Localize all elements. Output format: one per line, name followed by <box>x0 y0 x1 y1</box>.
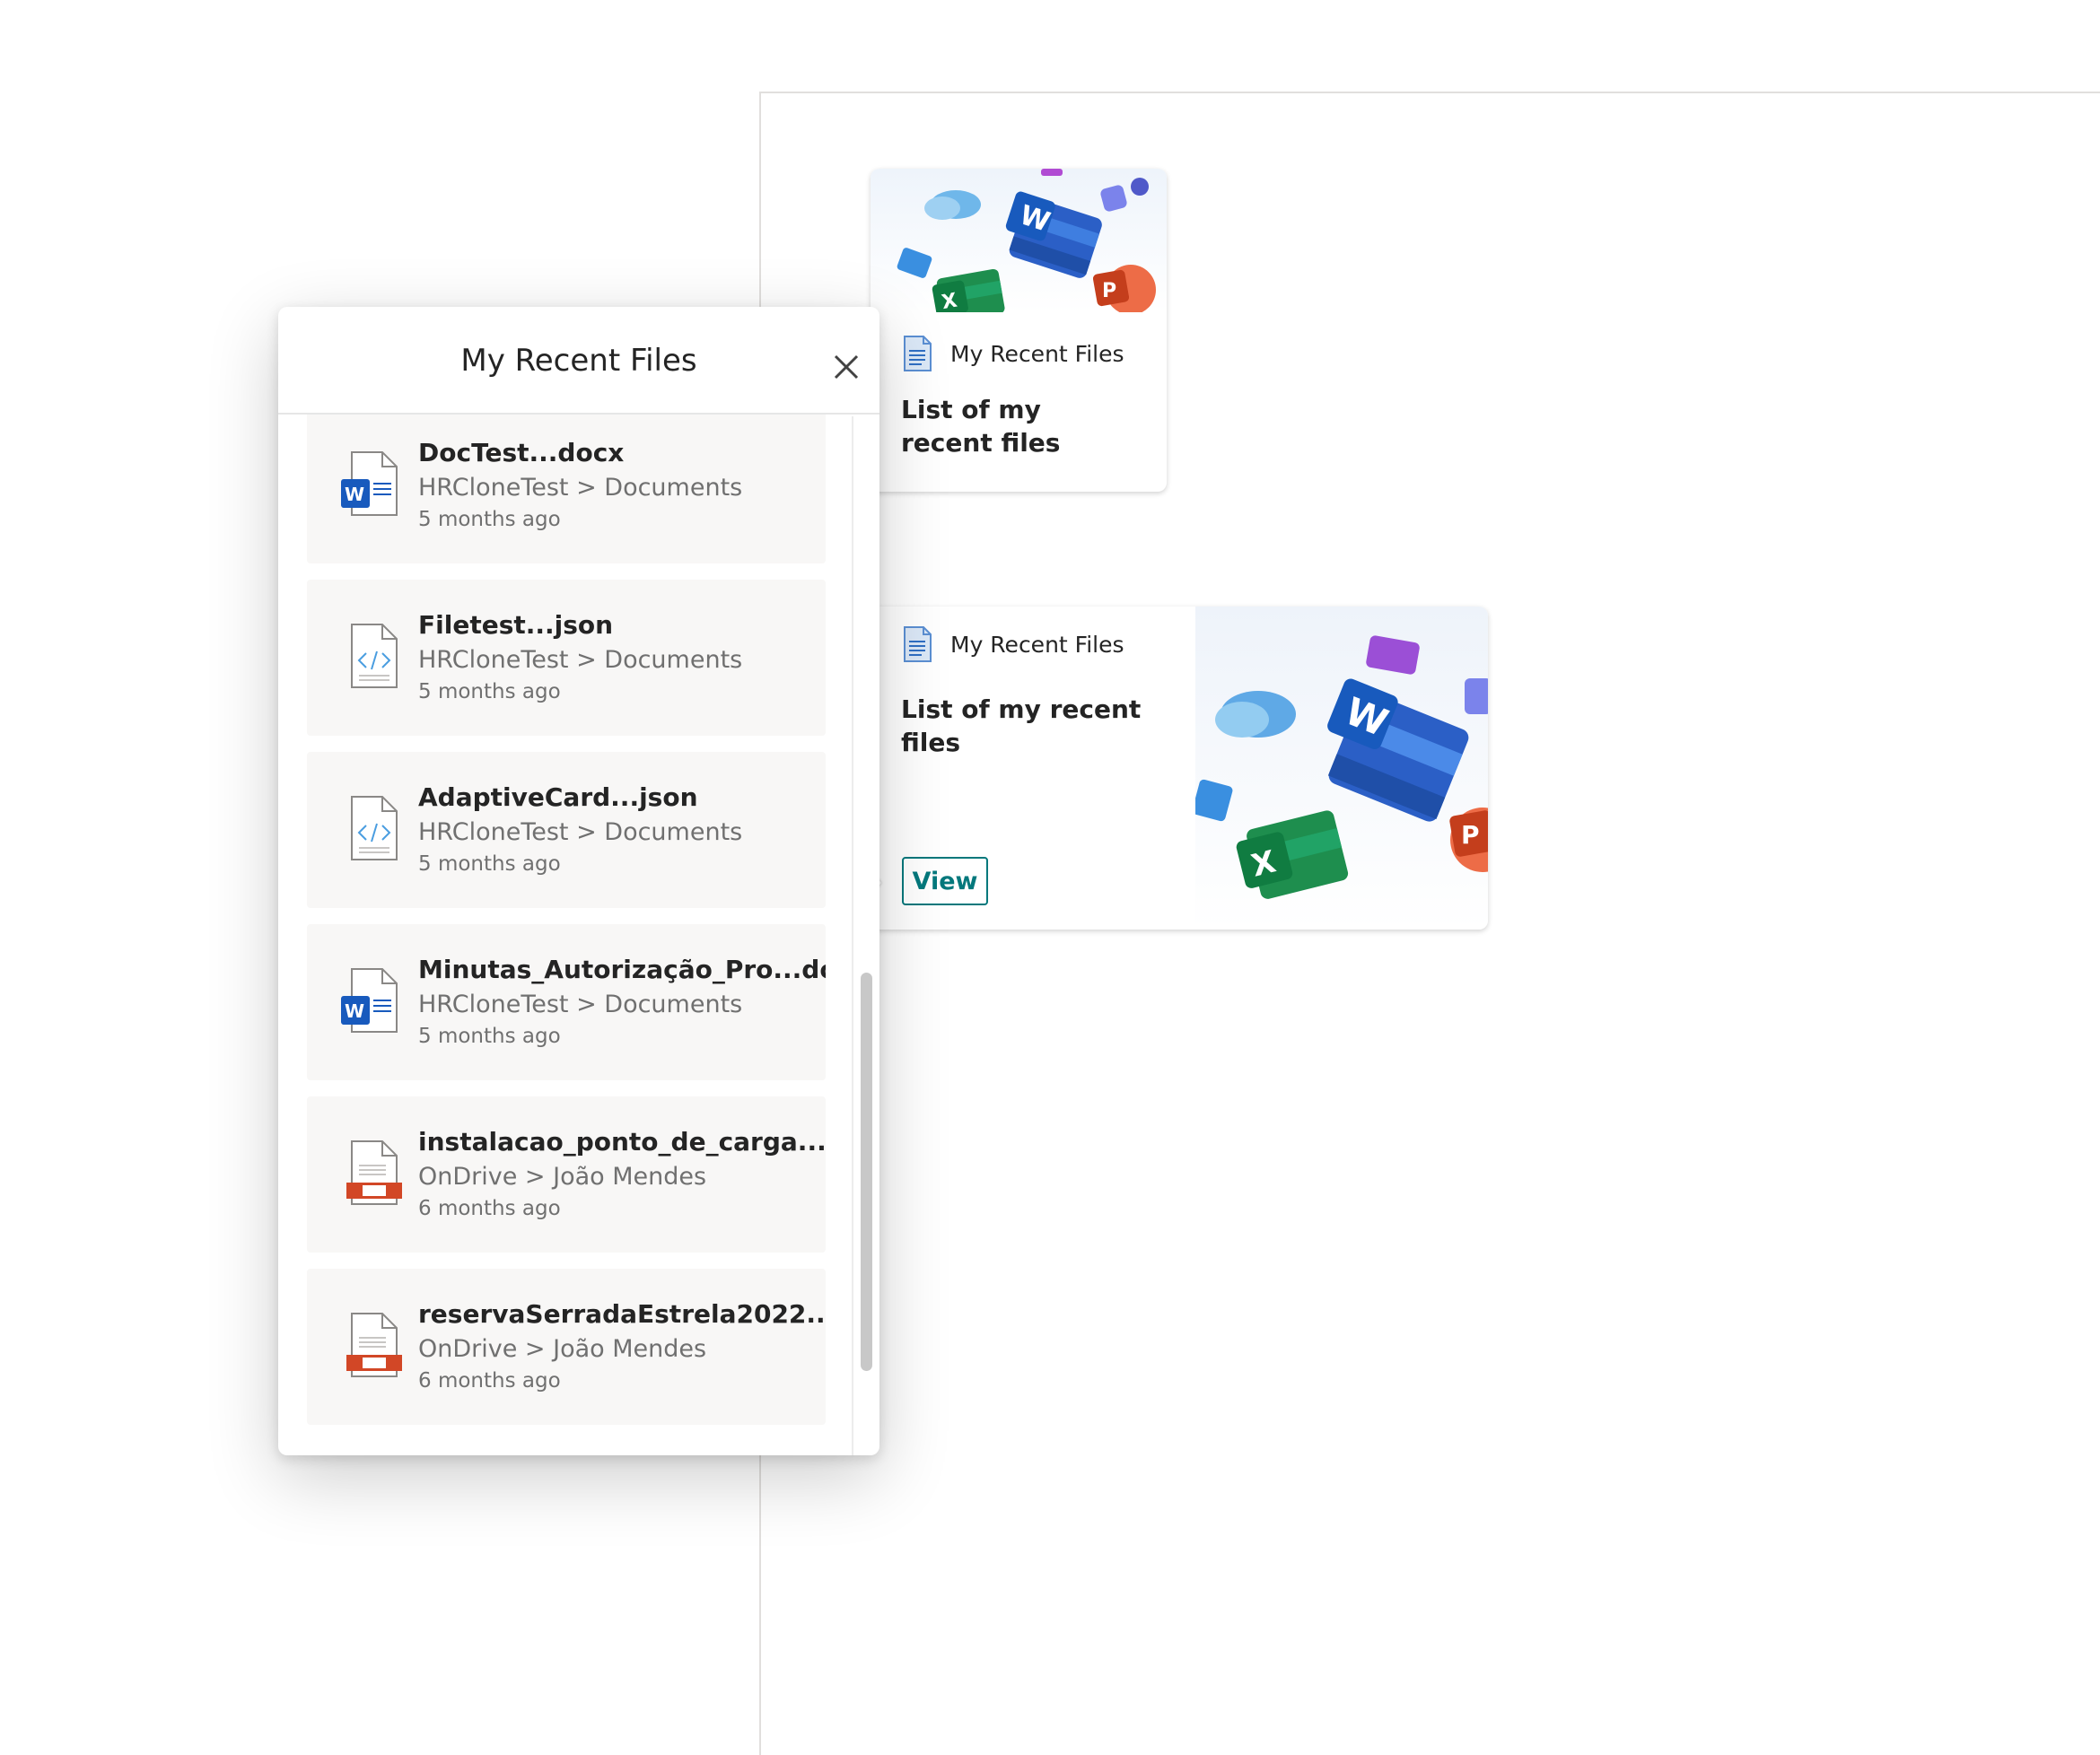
office-apps-illustration: W X P <box>871 169 1167 323</box>
word-icon: W <box>341 968 398 1033</box>
close-button[interactable] <box>817 337 876 397</box>
file-location: HRCloneTest > Documents <box>418 474 743 502</box>
panel-header: My Recent Files <box>278 307 879 415</box>
file-list-item[interactable]: W DocTest...docx HRCloneTest > Documents… <box>307 415 826 563</box>
card-description: List of my recent files <box>901 395 1061 458</box>
outlook-icon <box>1192 779 1233 822</box>
file-location: HRCloneTest > Documents <box>418 646 743 674</box>
file-list-item[interactable]: W Minutas_Autorização_Pro...docx HRClone… <box>307 924 826 1080</box>
teams-icon <box>1465 678 1488 714</box>
file-modified-time: 6 months ago <box>418 1197 561 1220</box>
svg-text:P: P <box>1102 280 1116 302</box>
file-modified-time: 5 months ago <box>418 852 561 876</box>
file-list-item[interactable]: instalacao_ponto_de_carga...pdf OnDrive … <box>307 1096 826 1253</box>
file-modified-time: 5 months ago <box>418 1025 561 1048</box>
file-name: DocTest...docx <box>418 438 625 467</box>
app-name: My Recent Files <box>950 340 1124 367</box>
recent-files-card-medium[interactable]: My Recent Files List of my recent files … <box>871 607 1488 930</box>
word-icon: W <box>341 451 398 516</box>
app-header: My Recent Files <box>902 626 1124 662</box>
code-file-icon <box>351 796 398 860</box>
file-location: HRCloneTest > Documents <box>418 991 743 1018</box>
file-name: AdaptiveCard...json <box>418 782 698 812</box>
file-list-item[interactable]: Filetest...json HRCloneTest > Documents … <box>307 580 826 736</box>
app-name: My Recent Files <box>950 631 1124 658</box>
pdf-icon <box>346 1140 402 1205</box>
onedrive-cloud-icon <box>1215 691 1296 738</box>
file-modified-time: 6 months ago <box>418 1369 561 1393</box>
card-description: List of my recent files <box>901 694 1142 757</box>
close-icon <box>834 354 859 380</box>
document-icon <box>904 626 932 662</box>
outlook-icon <box>897 248 932 278</box>
excel-logo-icon: X <box>932 268 1005 323</box>
onedrive-cloud-icon <box>924 190 981 220</box>
powerpoint-logo-icon: P <box>1092 265 1156 315</box>
svg-text:P: P <box>1461 820 1480 850</box>
office-apps-illustration: W X P <box>1192 607 1488 930</box>
file-modified-time: 5 months ago <box>418 680 561 703</box>
file-location: HRCloneTest > Documents <box>418 818 743 846</box>
app-header: My Recent Files <box>902 336 1124 371</box>
document-icon <box>904 336 932 371</box>
code-file-icon <box>351 624 398 688</box>
powerpoint-logo-icon: P <box>1449 808 1488 872</box>
file-name: reservaSerradaEstrela2022...pdf <box>418 1299 826 1329</box>
excel-logo-icon: X <box>1236 810 1349 899</box>
recent-files-card-small[interactable]: W X P My Recent Files List of my recent … <box>871 169 1167 492</box>
file-name: Minutas_Autorização_Pro...docx <box>418 955 826 984</box>
scrollbar-thumb[interactable] <box>861 973 872 1371</box>
panel-title: My Recent Files <box>460 343 697 379</box>
file-list: W DocTest...docx HRCloneTest > Documents… <box>307 415 826 1455</box>
view-button[interactable]: View <box>902 857 988 905</box>
file-modified-time: 5 months ago <box>418 508 561 531</box>
recent-files-panel: My Recent Files W DocTest...docx HRClone… <box>278 307 879 1455</box>
svg-text:W: W <box>345 1000 364 1022</box>
pdf-icon <box>346 1313 402 1377</box>
onenote-icon <box>1041 169 1063 176</box>
svg-text:W: W <box>345 484 364 505</box>
onenote-icon <box>1366 635 1420 675</box>
file-list-item[interactable]: AdaptiveCard...json HRCloneTest > Docume… <box>307 752 826 908</box>
file-name: instalacao_ponto_de_carga...pdf <box>418 1127 826 1157</box>
file-name: Filetest...json <box>418 610 614 640</box>
word-logo-icon: W <box>1005 191 1102 278</box>
word-logo-icon: W <box>1327 678 1469 822</box>
teams-icon <box>1100 178 1149 212</box>
file-location: OnDrive > João Mendes <box>418 1335 707 1363</box>
file-list-item[interactable]: reservaSerradaEstrela2022...pdf OnDrive … <box>307 1269 826 1425</box>
file-location: OnDrive > João Mendes <box>418 1163 707 1191</box>
